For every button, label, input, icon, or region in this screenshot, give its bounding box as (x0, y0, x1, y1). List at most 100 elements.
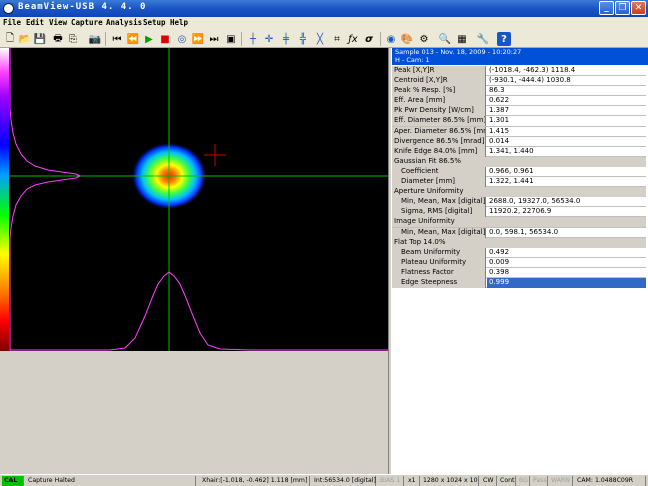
new-icon[interactable]: 🗋 (3, 32, 17, 46)
record-icon[interactable]: ◎ (175, 32, 189, 46)
results-row[interactable]: Pk Pwr Density [W/cm] 1.387 (392, 106, 646, 117)
app-icon[interactable] (3, 3, 14, 14)
result-label: Divergence 86.5% [mrad] (392, 136, 486, 147)
results-group-row[interactable]: Image Uniformity (392, 217, 646, 228)
results-row[interactable]: Min, Mean, Max [digital] 0.0, 598.1, 5653… (392, 227, 646, 238)
menu-file[interactable]: File (3, 18, 21, 27)
result-value[interactable]: 0.009 (487, 258, 646, 268)
result-label: Image Uniformity (392, 217, 646, 228)
step-back-icon[interactable]: ⏪ (126, 32, 140, 46)
results-row[interactable]: Edge Steepness 0.999 (392, 277, 646, 289)
results-row[interactable]: Eff. Area [mm] 0.622 (392, 96, 646, 107)
result-value[interactable]: 0.014 (487, 137, 646, 147)
zoom-icon[interactable]: 🔍 (438, 32, 452, 46)
result-value[interactable]: 1.322, 1.441 (487, 177, 646, 187)
print-icon[interactable]: 🖶 (51, 32, 65, 46)
status-bar: CAL Capture Halted Xhair:[-1.018, -0.462… (0, 474, 648, 486)
results-row[interactable]: Aper. Diameter 86.5% [mm] 1.415 (392, 126, 646, 137)
profile-icon[interactable]: ⌗ (330, 32, 344, 46)
result-value[interactable]: 1.301 (487, 116, 646, 126)
results-row[interactable]: Diameter [mm] 1.322, 1.441 (392, 177, 646, 188)
results-row[interactable]: Divergence 86.5% [mrad] 0.014 (392, 136, 646, 147)
tools-icon[interactable]: 🔧 (476, 32, 490, 46)
results-row[interactable]: Beam Uniformity 0.492 (392, 247, 646, 258)
results-panel: Sample 013 - Nov. 18, 2009 - 10:20:27 H … (392, 48, 648, 474)
result-value[interactable]: 0.966, 0.961 (487, 167, 646, 177)
results-group-row[interactable]: Aperture Uniformity (392, 187, 646, 198)
sample-info: Sample 013 - Nov. 18, 2009 - 10:20:27 (395, 48, 522, 56)
result-value[interactable]: 0.492 (487, 248, 646, 258)
results-row[interactable]: Eff. Diameter 86.5% [mm] 1.301 (392, 116, 646, 127)
save-icon[interactable]: 💾 (33, 32, 47, 46)
stop-icon[interactable]: ■ (158, 32, 172, 46)
beam-image-view[interactable] (0, 48, 388, 351)
result-value[interactable]: 11920.2, 22706.9 (487, 207, 646, 217)
results-row[interactable]: Centroid [X,Y]R (-930.1, -444.4) 1030.8 (392, 76, 646, 87)
results-group-row[interactable]: Gaussian Fit 86.5% (392, 156, 646, 167)
warn-indicator: WARN (549, 476, 573, 486)
menu-analysis[interactable]: Analysis (106, 18, 142, 27)
menu-view[interactable]: View (49, 18, 67, 27)
result-value[interactable]: 1.415 (487, 127, 646, 137)
menu-help[interactable]: Help (170, 18, 188, 27)
menu-capture[interactable]: Capture (71, 18, 103, 27)
result-label: Gaussian Fit 86.5% (392, 156, 646, 167)
sigma-icon[interactable]: σ (362, 32, 376, 46)
function-icon[interactable]: ƒx (346, 32, 360, 46)
result-value[interactable]: 0.398 (487, 268, 646, 278)
last-frame-icon[interactable]: ⏭ (207, 32, 221, 46)
result-value[interactable]: (-1018.4, -462.3) 1118.4 (487, 66, 646, 76)
result-label: Eff. Area [mm] (392, 96, 486, 107)
result-value[interactable]: 0.0, 598.1, 56534.0 (487, 228, 646, 238)
results-row[interactable]: Peak [X,Y]R (-1018.4, -462.3) 1118.4 (392, 66, 646, 77)
palette-icon[interactable]: 🎨 (400, 32, 414, 46)
copy-icon[interactable]: ⎘ (66, 32, 80, 46)
results-row[interactable]: Knife Edge 84.0% [mm] 1.341, 1.440 (392, 146, 646, 157)
results-group-row[interactable]: Flat Top 14.0% (392, 237, 646, 248)
crosshair-peak-icon[interactable]: ╪ (279, 32, 293, 46)
first-frame-icon[interactable]: ⏮ (110, 32, 124, 46)
result-value[interactable]: 2688.0, 19327.0, 56534.0 (487, 197, 646, 207)
cont-indicator: Cont (500, 476, 516, 486)
open-icon[interactable]: 📂 (18, 32, 32, 46)
result-label: Min, Mean, Max [digital] (392, 227, 486, 238)
result-label: Beam Uniformity (392, 247, 486, 258)
snapshot-icon[interactable]: ▣ (224, 32, 238, 46)
vertical-profile (9, 48, 82, 351)
settings-icon[interactable]: ⚙ (417, 32, 431, 46)
result-value[interactable]: 1.341, 1.440 (487, 147, 646, 157)
empty-workspace (0, 351, 388, 474)
result-label: Edge Steepness (392, 277, 486, 288)
menu-edit[interactable]: Edit (26, 18, 44, 27)
close-button[interactable]: ✕ (631, 1, 646, 15)
result-value[interactable]: 86.3 (487, 86, 646, 96)
results-row[interactable]: Sigma, RMS [digital] 11920.2, 22706.9 (392, 207, 646, 218)
crosshair-move-icon[interactable]: ╬ (296, 32, 310, 46)
result-label: Min, Mean, Max [digital] (392, 197, 486, 208)
result-label: Pk Pwr Density [W/cm] (392, 106, 486, 117)
rotate-crosshair-icon[interactable]: ╳ (313, 32, 327, 46)
maximize-button[interactable]: ❐ (615, 1, 630, 15)
step-forward-icon[interactable]: ⏩ (191, 32, 205, 46)
grid-icon[interactable]: ▦ (455, 32, 469, 46)
results-row[interactable]: Plateau Uniformity 0.009 (392, 257, 646, 268)
result-label: Plateau Uniformity (392, 257, 486, 268)
cal-indicator[interactable]: CAL (2, 476, 24, 486)
result-value[interactable]: 0.999 (487, 277, 646, 288)
minimize-button[interactable]: _ (599, 1, 614, 15)
results-row[interactable]: Min, Mean, Max [digital] 2688.0, 19327.0,… (392, 197, 646, 208)
crosshair-icon[interactable]: ┼ (246, 32, 260, 46)
play-icon[interactable]: ▶ (142, 32, 156, 46)
crosshair-center-icon[interactable]: ✛ (262, 32, 276, 46)
results-row[interactable]: Flatness Factor 0.398 (392, 267, 646, 278)
help-icon[interactable]: ? (497, 32, 511, 46)
menu-setup[interactable]: Setup (143, 18, 166, 27)
results-row[interactable]: Coefficient 0.966, 0.961 (392, 166, 646, 178)
result-value[interactable]: (-930.1, -444.4) 1030.8 (487, 76, 646, 86)
results-row[interactable]: Peak % Resp. [%] 86.3 (392, 86, 646, 97)
result-value[interactable]: 1.387 (487, 106, 646, 116)
camera-icon[interactable]: 📷 (88, 32, 102, 46)
result-label: Sigma, RMS [digital] (392, 207, 486, 218)
result-value[interactable]: 0.622 (487, 96, 646, 106)
beam-icon[interactable]: ◉ (384, 32, 398, 46)
